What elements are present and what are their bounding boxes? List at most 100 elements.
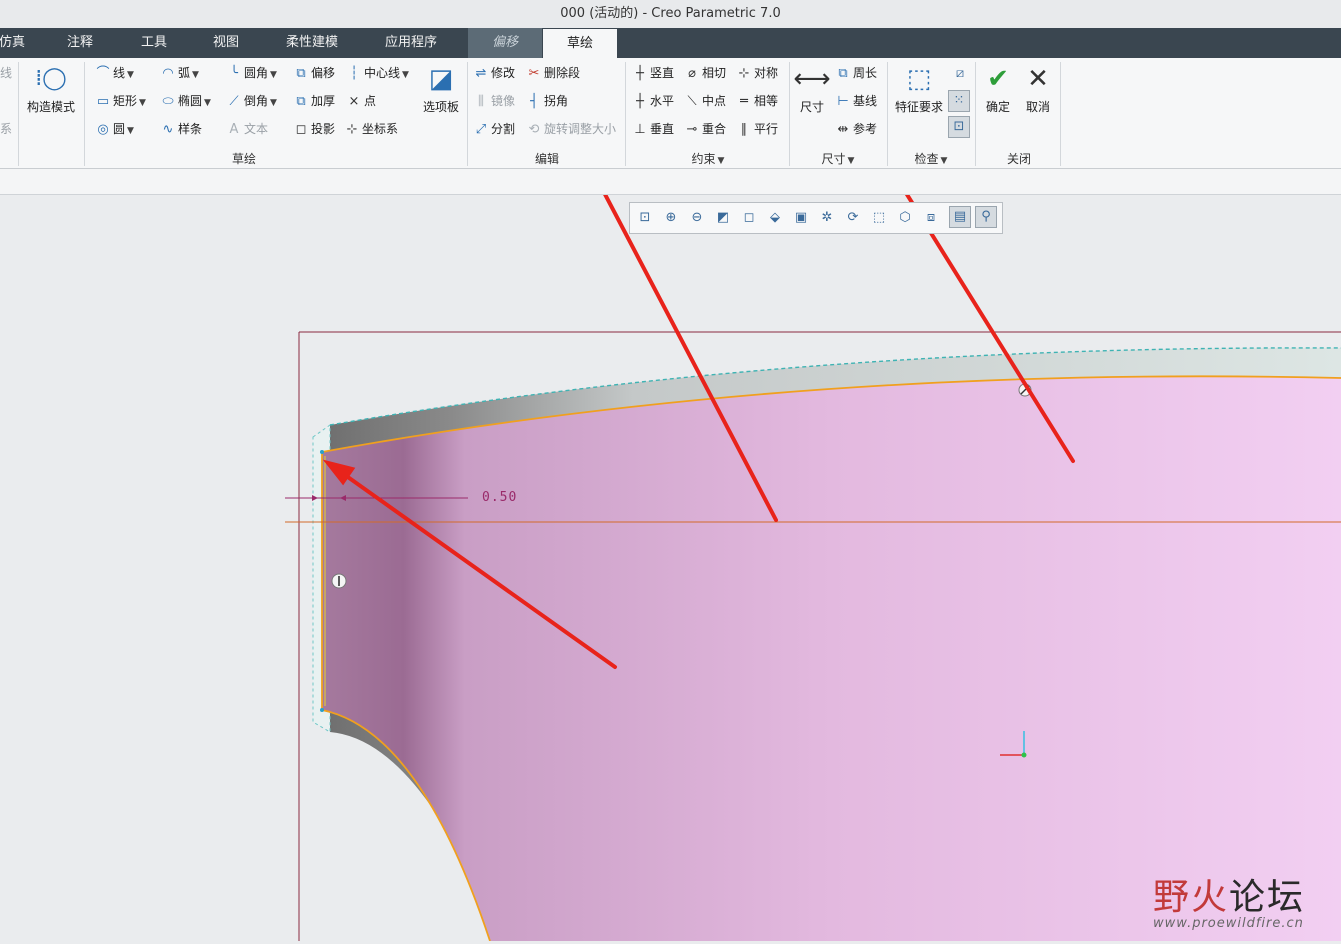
arc-button[interactable]: ◠ 弧 ▼: [160, 62, 199, 84]
sketch-vertex[interactable]: [320, 708, 324, 712]
tab-offset[interactable]: 偏移: [468, 28, 542, 58]
midpoint-constraint-button[interactable]: ⟍ 中点: [684, 90, 726, 112]
symmetric-icon: ⊹: [738, 66, 750, 81]
coordinate-system-icon: ⊹: [346, 122, 358, 137]
vertical-constraint-button[interactable]: ┼ 竖直: [632, 62, 674, 84]
reference-button[interactable]: ⇹ 参考: [835, 118, 877, 140]
chamfer-button[interactable]: ⟋ 倒角 ▼: [226, 90, 277, 112]
coordinate-system-button[interactable]: ⊹ 坐标系: [344, 118, 398, 140]
centerline-icon: ┆: [350, 66, 358, 81]
overlapping-geometry-icon[interactable]: ⧄: [950, 64, 970, 84]
chevron-down-icon[interactable]: ▼: [127, 126, 134, 136]
dimension-value[interactable]: 0.50: [482, 490, 517, 505]
chevron-down-icon[interactable]: ▼: [127, 70, 134, 80]
chevron-down-icon[interactable]: ▼: [270, 98, 277, 108]
model-view: [285, 21, 1341, 942]
rectangle-icon: ▭: [96, 94, 110, 109]
construct-mode-button[interactable]: ⁞◯ 构造模式: [24, 64, 78, 115]
palette-button[interactable]: ◪ 选项板: [418, 64, 464, 115]
zoom-in-icon[interactable]: ⊕: [661, 208, 681, 228]
tab-annotate[interactable]: 注释: [50, 28, 110, 58]
mirror-button[interactable]: ⫼ 镜像: [473, 90, 515, 112]
thicken-button[interactable]: ⧉ 加厚: [293, 90, 335, 112]
horizontal-icon: ┼: [636, 94, 644, 109]
coincident-constraint-button[interactable]: ⊸ 重合: [684, 118, 726, 140]
rectangle-button[interactable]: ▭ 矩形 ▼: [95, 90, 146, 112]
fillet-button[interactable]: ╰ 圆角 ▼: [226, 62, 277, 84]
baseline-button[interactable]: ⊢ 基线: [835, 90, 877, 112]
modify-button[interactable]: ⇌ 修改: [473, 62, 515, 84]
ribbon-edge-csys[interactable]: 系: [0, 118, 12, 140]
chevron-down-icon[interactable]: ▼: [204, 98, 211, 108]
rotate-resize-button[interactable]: ⟲ 旋转调整大小: [526, 118, 616, 140]
centerline-button[interactable]: ┆ 中心线 ▼: [346, 62, 409, 84]
separator: [18, 62, 19, 166]
point-button[interactable]: × 点: [346, 90, 376, 112]
3d-view-icon[interactable]: ⬡: [895, 208, 915, 228]
perimeter-button[interactable]: ⧉ 周长: [835, 62, 877, 84]
corner-button[interactable]: ┤ 拐角: [526, 90, 568, 112]
saved-views-icon[interactable]: ⬙: [765, 208, 785, 228]
corner-icon: ┤: [530, 94, 538, 109]
graphics-area[interactable]: [0, 21, 1341, 942]
sketch-display-filter-icon[interactable]: ▤: [949, 206, 971, 228]
chevron-down-icon[interactable]: ▼: [402, 70, 409, 80]
delete-segment-button[interactable]: ✂ 删除段: [526, 62, 580, 84]
spline-button[interactable]: ∿ 样条: [160, 118, 202, 140]
annotation-display-icon[interactable]: ⬚: [869, 208, 889, 228]
project-icon: ◻: [295, 122, 307, 137]
ok-button[interactable]: ✔ 确定: [981, 64, 1015, 115]
view-manager-icon[interactable]: ▣: [791, 208, 811, 228]
display-style-icon[interactable]: ◻: [739, 208, 759, 228]
tab-applications[interactable]: 应用程序: [372, 28, 450, 58]
zoom-out-icon[interactable]: ⊖: [687, 208, 707, 228]
sketch-vertex[interactable]: [320, 450, 324, 454]
repaint-icon[interactable]: ◩: [713, 208, 733, 228]
separator: [625, 62, 626, 166]
constraint-display-icon[interactable]: ⚲: [975, 206, 997, 228]
group-label-constrain[interactable]: 约束 ▼: [680, 150, 736, 167]
tab-simulation[interactable]: 仿真: [0, 28, 32, 58]
spin-center-icon[interactable]: ⟳: [843, 208, 863, 228]
parallel-constraint-button[interactable]: ∥ 平行: [736, 118, 778, 140]
shade-closed-loops-icon[interactable]: ⊡: [948, 116, 970, 138]
circle-button[interactable]: ◎ 圆 ▼: [95, 118, 134, 140]
tab-flexible-modeling[interactable]: 柔性建模: [272, 28, 352, 58]
cancel-button[interactable]: ✕ 取消: [1021, 64, 1055, 115]
text-button[interactable]: A 文本: [226, 118, 268, 140]
horizontal-constraint-button[interactable]: ┼ 水平: [632, 90, 674, 112]
datum-display-icon[interactable]: ✲: [817, 208, 837, 228]
spline-icon: ∿: [162, 122, 174, 137]
chamfer-icon: ⟋: [229, 94, 239, 109]
equal-constraint-button[interactable]: ═ 相等: [736, 90, 778, 112]
chevron-down-icon[interactable]: ▼: [270, 70, 277, 80]
line-button[interactable]: ⌒ 线 ▼: [95, 62, 134, 84]
ribbon-edge-line[interactable]: 线: [0, 62, 12, 84]
modify-icon: ⇌: [475, 66, 487, 81]
symmetric-constraint-button[interactable]: ⊹ 对称: [736, 62, 778, 84]
csys-origin: [1021, 752, 1027, 758]
tab-view[interactable]: 视图: [196, 28, 256, 58]
text-icon: A: [229, 122, 239, 137]
refit-icon[interactable]: ⊡: [635, 208, 655, 228]
midpoint-icon: ⟍: [687, 94, 697, 109]
tab-sketch[interactable]: 草绘: [543, 29, 617, 58]
perpendicular-constraint-button[interactable]: ⊥ 垂直: [632, 118, 674, 140]
highlight-open-ends-icon[interactable]: ⁙: [948, 90, 970, 112]
dimension-button[interactable]: ⟷ 尺寸: [793, 64, 831, 115]
chevron-down-icon[interactable]: ▼: [192, 70, 199, 80]
project-button[interactable]: ◻ 投影: [293, 118, 335, 140]
feature-requirements-button[interactable]: ⬚ 特征要求: [891, 64, 947, 115]
divide-button[interactable]: ⤢ 分割: [473, 118, 515, 140]
group-label-dimension[interactable]: 尺寸 ▼: [812, 150, 864, 167]
offset-button[interactable]: ⧉ 偏移: [293, 62, 335, 84]
chevron-down-icon[interactable]: ▼: [139, 98, 146, 108]
tangent-constraint-button[interactable]: ⌀ 相切: [684, 62, 726, 84]
group-label-inspect[interactable]: 检查 ▼: [905, 150, 957, 167]
watermark: 野火论坛 www.proewildfire.cn: [1153, 868, 1333, 934]
baseline-icon: ⊢: [837, 94, 849, 109]
tab-tools[interactable]: 工具: [124, 28, 184, 58]
ellipse-button[interactable]: ⬭ 椭圆 ▼: [160, 90, 211, 112]
delete-segment-icon: ✂: [528, 66, 540, 81]
sketch-view-icon[interactable]: ⧈: [921, 208, 941, 228]
